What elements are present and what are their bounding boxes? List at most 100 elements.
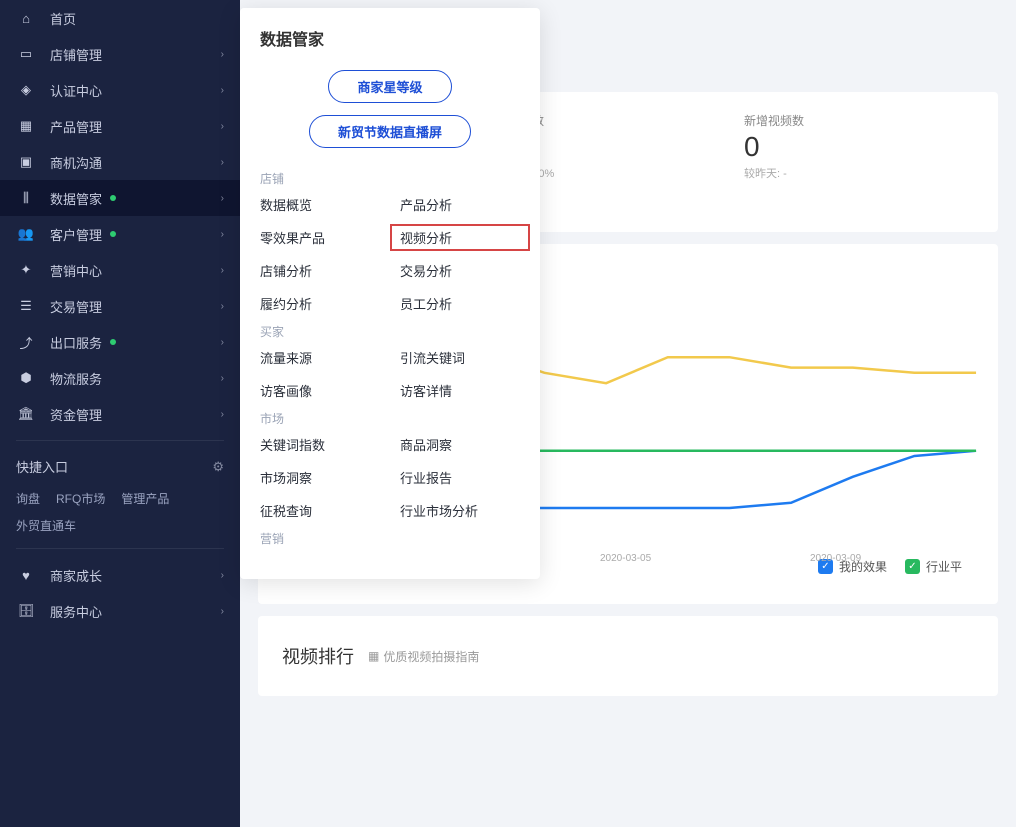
flyout-link[interactable]: 访客详情 bbox=[400, 381, 520, 400]
flyout-link[interactable]: 访客画像 bbox=[260, 381, 380, 400]
sidebar-item-3[interactable]: ▦ 产品管理 › bbox=[0, 108, 240, 144]
quick-entry-label: 快捷入口 bbox=[16, 457, 68, 476]
quick-links: 询盘 RFQ市场管理产品外贸直通车 bbox=[0, 484, 240, 540]
sidebar-item-2[interactable]: ◈ 认证中心 › bbox=[0, 72, 240, 108]
chevron-right-icon: › bbox=[221, 121, 224, 132]
flyout-link[interactable]: 交易分析 bbox=[400, 261, 520, 280]
chevron-right-icon: › bbox=[221, 157, 224, 168]
sidebar-item-label: 商家成长 bbox=[50, 566, 102, 585]
sidebar-item-label: 认证中心 bbox=[50, 81, 102, 100]
shield-icon: ◈ bbox=[16, 82, 36, 98]
sidebar-bottom-item-1[interactable]: 🗄服务中心› bbox=[0, 593, 240, 629]
flyout-link[interactable]: 数据概览 bbox=[260, 195, 380, 214]
checkbox-icon: ✓ bbox=[905, 559, 920, 574]
rank-title: 视频排行 bbox=[282, 643, 354, 669]
sidebar-item-1[interactable]: ▭店铺管理› bbox=[0, 36, 240, 72]
sidebar-item-label: 交易管理 bbox=[50, 297, 102, 316]
divider bbox=[16, 440, 224, 441]
quick-link[interactable]: RFQ市场 bbox=[56, 490, 105, 507]
status-dot bbox=[110, 231, 116, 237]
flyout-link[interactable]: 行业报告 bbox=[400, 468, 520, 487]
status-dot bbox=[110, 195, 116, 201]
sidebar: ⌂首页▭店铺管理›◈认证中心›▦产品管理›▣商机沟通›⫼数据管家›👥客户管理›✦… bbox=[0, 0, 240, 827]
chevron-right-icon: › bbox=[221, 570, 224, 581]
quick-entry-header: 快捷入口 ⚙ bbox=[0, 449, 240, 484]
flyout-section-title: 买家 bbox=[260, 323, 520, 340]
gear-icon[interactable]: ⚙ bbox=[212, 459, 224, 475]
sidebar-item-11[interactable]: 🏛 资金管理 › bbox=[0, 396, 240, 432]
chevron-right-icon: › bbox=[221, 265, 224, 276]
flyout-section-title: 店铺 bbox=[260, 170, 520, 187]
legend-item[interactable]: ✓行业平 bbox=[905, 558, 962, 575]
flyout-section: 买家流量来源 引流关键词访客画像 访客详情 bbox=[240, 313, 540, 400]
sidebar-item-label: 数据管家 bbox=[50, 189, 102, 208]
flyout-link[interactable]: 员工分析 bbox=[400, 294, 520, 313]
sidebar-item-label: 营销中心 bbox=[50, 261, 102, 280]
chart-icon: ⫼ bbox=[16, 190, 36, 206]
flyout-link[interactable]: 履约分析 bbox=[260, 294, 380, 313]
flyout-link[interactable]: 商品洞察 bbox=[400, 435, 520, 454]
flyout-link[interactable]: 征税查询 bbox=[260, 501, 380, 520]
chevron-right-icon: › bbox=[221, 49, 224, 60]
flyout-link[interactable]: 引流关键词 bbox=[400, 348, 520, 367]
chat-icon: ▣ bbox=[16, 154, 36, 170]
heart-icon: ♥ bbox=[16, 568, 36, 583]
flyout-link[interactable]: 店铺分析 bbox=[260, 261, 380, 280]
quick-link[interactable]: 管理产品 bbox=[121, 490, 169, 507]
sidebar-item-8[interactable]: ☰交易管理› bbox=[0, 288, 240, 324]
sidebar-item-label: 店铺管理 bbox=[50, 45, 102, 64]
flyout-link[interactable]: 流量来源 bbox=[260, 348, 380, 367]
users-icon: 👥 bbox=[16, 226, 36, 242]
sidebar-item-0[interactable]: ⌂ 首页 bbox=[0, 0, 240, 36]
sidebar-item-label: 产品管理 bbox=[50, 117, 102, 136]
flyout-section: 店铺数据概览 产品分析零效果产品视频分析店铺分析 交易分析履约分析 员工分析 bbox=[240, 160, 540, 313]
chevron-right-icon: › bbox=[221, 409, 224, 420]
chevron-right-icon: › bbox=[221, 337, 224, 348]
sidebar-item-10[interactable]: ⬢物流服务› bbox=[0, 360, 240, 396]
flyout-section-title: 市场 bbox=[260, 410, 520, 427]
sidebar-item-label: 商机沟通 bbox=[50, 153, 102, 172]
grid-icon: ▦ bbox=[16, 118, 36, 134]
sidebar-item-6[interactable]: 👥客户管理› bbox=[0, 216, 240, 252]
stat-label: 新增视频数 bbox=[744, 112, 974, 129]
video-rank-card: 视频排行 ▦ 优质视频拍摄指南 bbox=[258, 616, 998, 696]
flyout-title: 数据管家 bbox=[240, 26, 540, 62]
chevron-right-icon: › bbox=[221, 85, 224, 96]
flyout-link[interactable]: 关键词指数 bbox=[260, 435, 380, 454]
flyout-section: 市场关键词指数 商品洞察市场洞察 行业报告征税查询 行业市场分析 bbox=[240, 400, 540, 520]
flyout-pill-button[interactable]: 新贸节数据直播屏 bbox=[309, 115, 471, 148]
flyout-section-title: 营销 bbox=[260, 530, 520, 547]
receipt-icon: ☰ bbox=[16, 298, 36, 314]
briefcase-icon: 🗄 bbox=[16, 603, 36, 619]
sidebar-item-5[interactable]: ⫼ 数据管家 › bbox=[0, 180, 240, 216]
sidebar-item-4[interactable]: ▣ 商机沟通 › bbox=[0, 144, 240, 180]
flyout-link-grid: 关键词指数 商品洞察市场洞察 行业报告征税查询 行业市场分析 bbox=[260, 435, 520, 520]
flyout-link[interactable]: 产品分析 bbox=[400, 195, 520, 214]
bank-icon: 🏛 bbox=[16, 406, 36, 422]
sidebar-item-label: 物流服务 bbox=[50, 369, 102, 388]
flyout-link[interactable]: 视频分析 bbox=[390, 224, 530, 251]
chevron-right-icon: › bbox=[221, 193, 224, 204]
quick-link[interactable]: 询盘 bbox=[16, 490, 40, 507]
flyout-link-grid: 数据概览产品分析零效果产品视频分析店铺分析交易分析履约分析员工分析 bbox=[260, 195, 520, 313]
sidebar-item-7[interactable]: ✦ 营销中心 › bbox=[0, 252, 240, 288]
sidebar-item-9[interactable]: ⤴出口服务› bbox=[0, 324, 240, 360]
flyout-buttons: 商家星等级新贸节数据直播屏 bbox=[240, 62, 540, 160]
flyout-pill-button[interactable]: 商家星等级 bbox=[328, 70, 451, 103]
sidebar-bottom-item-0[interactable]: ♥ 商家成长 › bbox=[0, 557, 240, 593]
stat-sub: 较昨天: - bbox=[744, 165, 974, 181]
rank-subtitle[interactable]: ▦ 优质视频拍摄指南 bbox=[368, 648, 479, 665]
flyout-link[interactable]: 行业市场分析 bbox=[400, 501, 520, 520]
data-manager-flyout: 数据管家 商家星等级新贸节数据直播屏 店铺数据概览 产品分析零效果产品视频分析店铺… bbox=[240, 8, 540, 579]
quick-link[interactable]: 外贸直通车 bbox=[16, 517, 76, 534]
flyout-link[interactable]: 市场洞察 bbox=[260, 468, 380, 487]
target-icon: ✦ bbox=[16, 262, 36, 278]
sidebar-item-label: 出口服务 bbox=[50, 333, 102, 352]
home-icon: ⌂ bbox=[16, 11, 36, 26]
divider bbox=[16, 548, 224, 549]
sidebar-item-label: 资金管理 bbox=[50, 405, 102, 424]
sidebar-item-label: 客户管理 bbox=[50, 225, 102, 244]
flyout-link[interactable]: 零效果产品 bbox=[260, 228, 380, 247]
stat-box: 新增视频数0较昨天: - bbox=[744, 112, 974, 212]
sidebar-item-label: 首页 bbox=[50, 9, 76, 28]
